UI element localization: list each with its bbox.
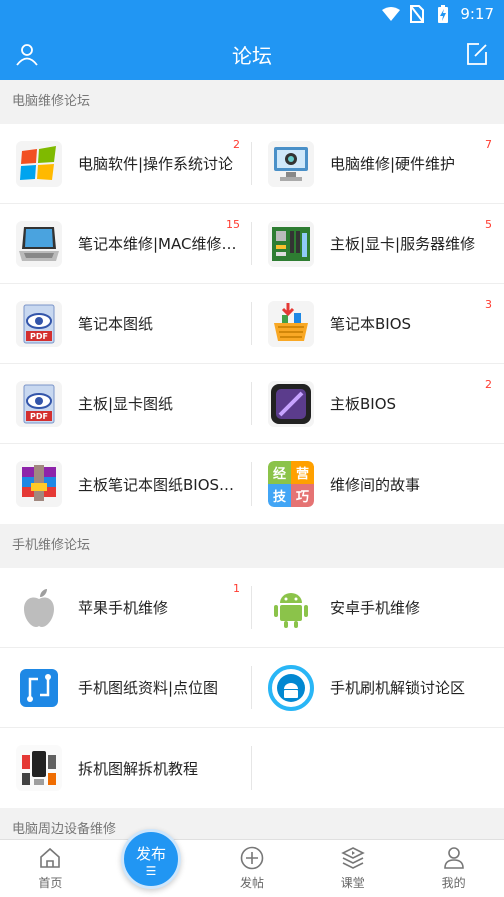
clock: 9:17 (460, 5, 494, 23)
forum-item[interactable]: 手机图纸资料|点位图 (0, 648, 252, 727)
tab-profile-label: 我的 (441, 876, 466, 890)
forum-row: 电脑软件|操作系统讨论 2 电脑维修|硬件维护 7 (0, 124, 504, 204)
user-icon[interactable] (14, 41, 40, 67)
empty-cell (252, 728, 504, 808)
forum-item[interactable]: 笔记本维修|MAC维修专区 15 (0, 204, 252, 283)
forum-item[interactable]: 拆机图解拆机教程 (0, 728, 252, 808)
archive-icon (16, 461, 62, 507)
forum-name: 主板|显卡|服务器维修 (330, 235, 476, 253)
classroom-icon (340, 846, 365, 870)
forum-name: 主板笔记本图纸BIOS下载 (78, 475, 238, 494)
svg-text:PDF: PDF (30, 412, 48, 421)
forum-item[interactable]: PDF 笔记本图纸 (0, 284, 252, 363)
forum-item[interactable]: 主板笔记本图纸BIOS下载 (0, 444, 252, 524)
tab-post[interactable]: 发帖 (202, 840, 303, 897)
unlock-android-icon (268, 664, 314, 711)
forum-item[interactable]: 主板|显卡|服务器维修 5 (252, 204, 504, 283)
forum-item[interactable]: 苹果手机维修 1 (0, 568, 252, 647)
forum-name: 苹果手机维修 (78, 599, 169, 617)
status-bar: 9:17 (0, 0, 504, 28)
teardown-icon (16, 745, 62, 791)
story-tile: 营 (291, 461, 314, 484)
forum-row: 拆机图解拆机教程 (0, 728, 504, 808)
forum-item[interactable]: PDF 主板|显卡图纸 (0, 364, 252, 443)
home-icon (38, 846, 62, 870)
windows-icon (16, 140, 62, 187)
tab-post-label: 发帖 (239, 876, 264, 890)
forum-list: 电脑维修论坛 电脑软件|操作系统讨论 2 电脑维修|硬件维护 7 笔记本维修|MAC维修专… (0, 80, 504, 852)
forum-name: 维修间的故事 (330, 475, 421, 494)
forum-grid: 电脑软件|操作系统讨论 2 电脑维修|硬件维护 7 笔记本维修|MAC维修专区 15 主板|… (0, 124, 504, 524)
forum-name: 笔记本维修|MAC维修专区 (78, 235, 238, 253)
publish-label: 发布 (135, 844, 166, 863)
computer-icon (268, 140, 314, 187)
forum-name: 笔记本图纸 (78, 315, 154, 333)
laptop-icon (16, 220, 62, 267)
publish-button[interactable]: 发布 ☰ (121, 829, 181, 889)
forum-item[interactable]: 主板BIOS 2 (252, 364, 504, 443)
forum-name: 手机图纸资料|点位图 (78, 679, 219, 697)
forum-grid: 苹果手机维修 1 安卓手机维修手机图纸资料|点位图 手机刷机解锁讨论区拆机图解拆机教程 (0, 568, 504, 808)
chip-icon (268, 380, 314, 427)
section-header: 手机维修论坛 (0, 524, 504, 568)
unread-count-badge: 15 (226, 218, 240, 231)
unread-count-badge: 5 (485, 218, 492, 231)
android-icon (268, 584, 314, 631)
forum-row: 手机图纸资料|点位图 手机刷机解锁讨论区 (0, 648, 504, 728)
story-tile: 经 (268, 461, 291, 484)
forum-item[interactable]: 电脑维修|硬件维护 7 (252, 124, 504, 203)
unread-count-badge: 7 (485, 138, 492, 151)
forum-row: 苹果手机维修 1 安卓手机维修 (0, 568, 504, 648)
motherboard-icon (268, 220, 314, 267)
forum-name: 笔记本BIOS (330, 315, 412, 333)
bottom-tab-bar: 首页 发帖 课堂 我的 (0, 839, 504, 897)
forum-row: 主板笔记本图纸BIOS下载经营技巧维修间的故事 (0, 444, 504, 524)
unread-count-badge: 2 (485, 378, 492, 391)
tab-classroom-label: 课堂 (340, 876, 365, 890)
forum-row: PDF 主板|显卡图纸 主板BIOS 2 (0, 364, 504, 444)
compose-icon[interactable] (464, 41, 490, 67)
app-header: 论坛 (0, 28, 504, 80)
wifi-icon (382, 5, 401, 23)
tab-profile[interactable]: 我的 (403, 840, 504, 897)
apple-icon (16, 584, 62, 631)
profile-icon (442, 846, 466, 870)
no-sim-icon (408, 5, 426, 23)
tab-classroom[interactable]: 课堂 (302, 840, 403, 897)
tab-home-label: 首页 (38, 876, 63, 890)
forum-name: 电脑维修|硬件维护 (330, 155, 456, 173)
forum-item[interactable]: 安卓手机维修 (252, 568, 504, 647)
forum-name: 主板|显卡图纸 (78, 395, 174, 413)
story-tile: 巧 (291, 484, 314, 507)
forum-item[interactable]: 笔记本BIOS 3 (252, 284, 504, 363)
page-title: 论坛 (232, 43, 272, 68)
story-tiles-icon: 经营技巧 (268, 461, 314, 507)
forum-name: 手机刷机解锁讨论区 (330, 679, 466, 697)
forum-row: PDF 笔记本图纸 笔记本BIOS 3 (0, 284, 504, 364)
schematic-icon (16, 665, 62, 711)
basket-icon (268, 300, 314, 347)
svg-text:PDF: PDF (30, 332, 48, 341)
forum-item[interactable]: 电脑软件|操作系统讨论 2 (0, 124, 252, 203)
section-header: 电脑维修论坛 (0, 80, 504, 124)
tab-home[interactable]: 首页 (0, 840, 101, 897)
pdf-icon: PDF (16, 380, 62, 427)
menu-lines-icon: ☰ (145, 863, 157, 878)
forum-name: 拆机图解拆机教程 (78, 759, 199, 778)
story-tiles-icon: 经营技巧 (268, 461, 314, 507)
forum-row: 笔记本维修|MAC维修专区 15 主板|显卡|服务器维修 5 (0, 204, 504, 284)
forum-item[interactable]: 经营技巧维修间的故事 (252, 444, 504, 524)
forum-item[interactable]: 手机刷机解锁讨论区 (252, 648, 504, 727)
forum-name: 安卓手机维修 (330, 599, 421, 617)
forum-name: 主板BIOS (330, 395, 397, 413)
forum-name: 电脑软件|操作系统讨论 (78, 155, 234, 173)
story-tile: 技 (268, 484, 291, 507)
pdf-icon: PDF (16, 300, 62, 347)
plus-circle-icon (240, 846, 264, 870)
unread-count-badge: 3 (485, 298, 492, 311)
unread-count-badge: 1 (233, 582, 240, 595)
unread-count-badge: 2 (233, 138, 240, 151)
battery-icon (434, 5, 452, 23)
